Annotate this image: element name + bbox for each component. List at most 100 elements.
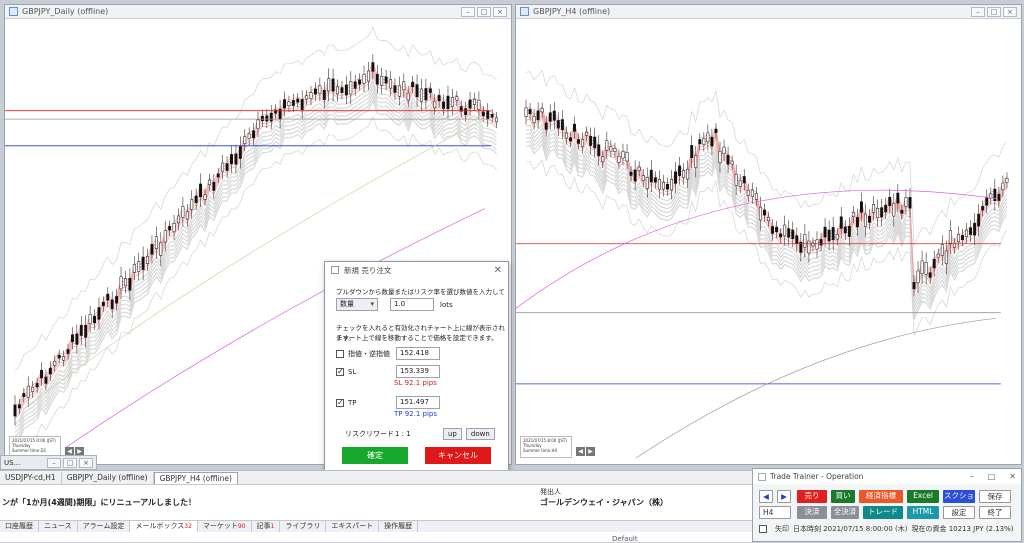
candle-body [686, 168, 690, 180]
tab-articles[interactable]: 記事1 [252, 521, 281, 532]
buy-button[interactable]: 買い [831, 490, 855, 503]
arrow-checkbox[interactable] [759, 525, 767, 533]
candle-body [581, 139, 585, 147]
excel-button[interactable]: Excel [907, 490, 939, 503]
chart-titlebar[interactable]: GBPJPY_H4 (offline) – □ × [516, 5, 1021, 19]
tp-checkbox[interactable]: ✓ [336, 398, 344, 407]
candle-body [528, 109, 532, 115]
candle-body [694, 155, 698, 168]
candle-body [758, 206, 762, 221]
settle-button[interactable]: 決済 [797, 506, 827, 519]
candle-body [997, 193, 1001, 201]
settle-all-button[interactable]: 全決済 [831, 506, 859, 519]
candle-body [888, 196, 892, 206]
screenshot-button[interactable]: スクショ [943, 490, 975, 503]
close-button[interactable]: × [79, 457, 93, 468]
maximize-button[interactable]: □ [477, 6, 491, 17]
cancel-button[interactable]: キャンセル [425, 447, 491, 464]
exit-button[interactable]: 終了 [979, 506, 1011, 519]
confirm-button[interactable]: 確定 [342, 447, 408, 464]
tab-news[interactable]: ニュース [39, 521, 78, 532]
trainer-titlebar[interactable]: Trade Trainer - Operation – □ ✕ [753, 469, 1021, 484]
minimize-button[interactable]: – [461, 6, 475, 17]
nav-prev-icon[interactable]: ◀ [576, 447, 585, 456]
up-button[interactable]: up [443, 428, 462, 440]
terminal-titlebar[interactable]: US... – □ × [0, 455, 97, 470]
save-button[interactable]: 保存 [979, 490, 1011, 503]
tp-price-input[interactable]: 151.497 [396, 396, 440, 409]
candle-body [839, 216, 843, 229]
chart-tab[interactable]: USDJPY-cd,H1 [0, 472, 62, 484]
terminal-tabs: 口座履歴 ニュース アラーム設定 メールボックス32 マーケット90 記事1 ラ… [0, 520, 760, 532]
minimize-button[interactable]: – [47, 457, 61, 468]
minimize-icon[interactable]: – [970, 472, 974, 481]
quantity-unit: lots [440, 300, 453, 309]
candle-body [35, 383, 39, 388]
chart-tab-active[interactable]: GBPJPY_H4 (offline) [153, 472, 238, 484]
chart-tab-strip: USDJPY-cd,H1 GBPJPY_Daily (offline) GBPJ… [0, 470, 760, 484]
quantity-select[interactable]: 数量 [336, 298, 378, 311]
mail-subject[interactable]: ンが「1か月(4週間)期限」にリニューアルしました！ [2, 497, 196, 508]
sell-button[interactable]: 売り [797, 490, 827, 503]
prev-bar-button[interactable]: ◀ [759, 490, 773, 503]
chart-titlebar[interactable]: GBPJPY_Daily (offline) – □ × [5, 5, 511, 19]
maximize-icon[interactable]: □ [988, 472, 996, 481]
candle-body [791, 229, 795, 239]
candle-body [446, 95, 450, 110]
tab-account-history[interactable]: 口座履歴 [0, 521, 39, 532]
limit-price-input[interactable]: 152.418 [396, 347, 440, 360]
economic-indicator-button[interactable]: 経済指標 [859, 490, 903, 503]
price-chart-h4[interactable]: 2021/07/15 8:00 (JST) Thursday Summer ti… [516, 19, 1021, 464]
candle-body [540, 108, 544, 113]
candle-body [62, 356, 66, 361]
risk-reward-value: 1 : 1 [395, 430, 411, 438]
sell-order-dialog[interactable]: 新規 売り注文 ✕ プルダウンから数量またはリスク率を選び数値を入力してください… [324, 261, 509, 475]
tab-library[interactable]: ライブラリ [280, 521, 327, 532]
candle-body [40, 369, 43, 379]
sl-price-input[interactable]: 153.339 [396, 365, 440, 378]
tp-label: TP [348, 398, 357, 407]
settings-button[interactable]: 設定 [943, 506, 975, 519]
chart-tab[interactable]: GBPJPY_Daily (offline) [62, 472, 154, 484]
candle-body [177, 215, 180, 224]
maximize-button[interactable]: □ [63, 457, 77, 468]
candle-body [322, 90, 326, 100]
minimize-button[interactable]: – [971, 6, 985, 17]
candle-body [79, 324, 83, 336]
nav-next-icon[interactable]: ▶ [586, 447, 595, 456]
candle-body [952, 243, 956, 248]
candle-body [637, 166, 641, 171]
tab-market[interactable]: マーケット90 [198, 521, 252, 532]
next-bar-button[interactable]: ▶ [777, 490, 791, 503]
close-button[interactable]: × [493, 6, 507, 17]
close-button[interactable]: × [1003, 6, 1017, 17]
tab-mailbox[interactable]: メールボックス32 [130, 521, 198, 532]
candle-body [900, 209, 904, 214]
candle-body [940, 244, 944, 256]
dialog-close-icon[interactable]: ✕ [494, 265, 502, 276]
dialog-titlebar[interactable]: 新規 売り注文 ✕ [325, 262, 508, 278]
candle-body [490, 113, 494, 118]
chart-window-h4[interactable]: GBPJPY_H4 (offline) – □ × 2021/07/15 8:0… [515, 4, 1022, 465]
candle-body [965, 229, 968, 237]
maximize-button[interactable]: □ [987, 6, 1001, 17]
html-button[interactable]: HTML [907, 506, 939, 519]
tab-alarms[interactable]: アラーム設定 [78, 521, 131, 532]
candle-body [585, 131, 589, 136]
candle-body [106, 293, 110, 301]
sl-checkbox[interactable]: ✓ [336, 367, 344, 376]
candle-body [181, 206, 185, 218]
candle-body [269, 112, 273, 122]
limit-checkbox[interactable] [336, 349, 344, 358]
trade-button[interactable]: トレード [863, 506, 903, 519]
market-badge: 90 [237, 523, 246, 530]
candle-body [811, 242, 815, 247]
quantity-input[interactable]: 1.0 [390, 298, 434, 311]
trade-trainer-window[interactable]: Trade Trainer - Operation – □ ✕ ◀ ▶ 売り 買… [752, 468, 1022, 542]
candle-body [718, 150, 722, 164]
timeframe-select[interactable]: H4 [759, 506, 791, 519]
close-icon[interactable]: ✕ [1009, 472, 1016, 481]
tab-experts[interactable]: エキスパート [326, 521, 380, 532]
down-button[interactable]: down [465, 428, 495, 440]
tab-journal[interactable]: 操作履歴 [379, 521, 419, 532]
